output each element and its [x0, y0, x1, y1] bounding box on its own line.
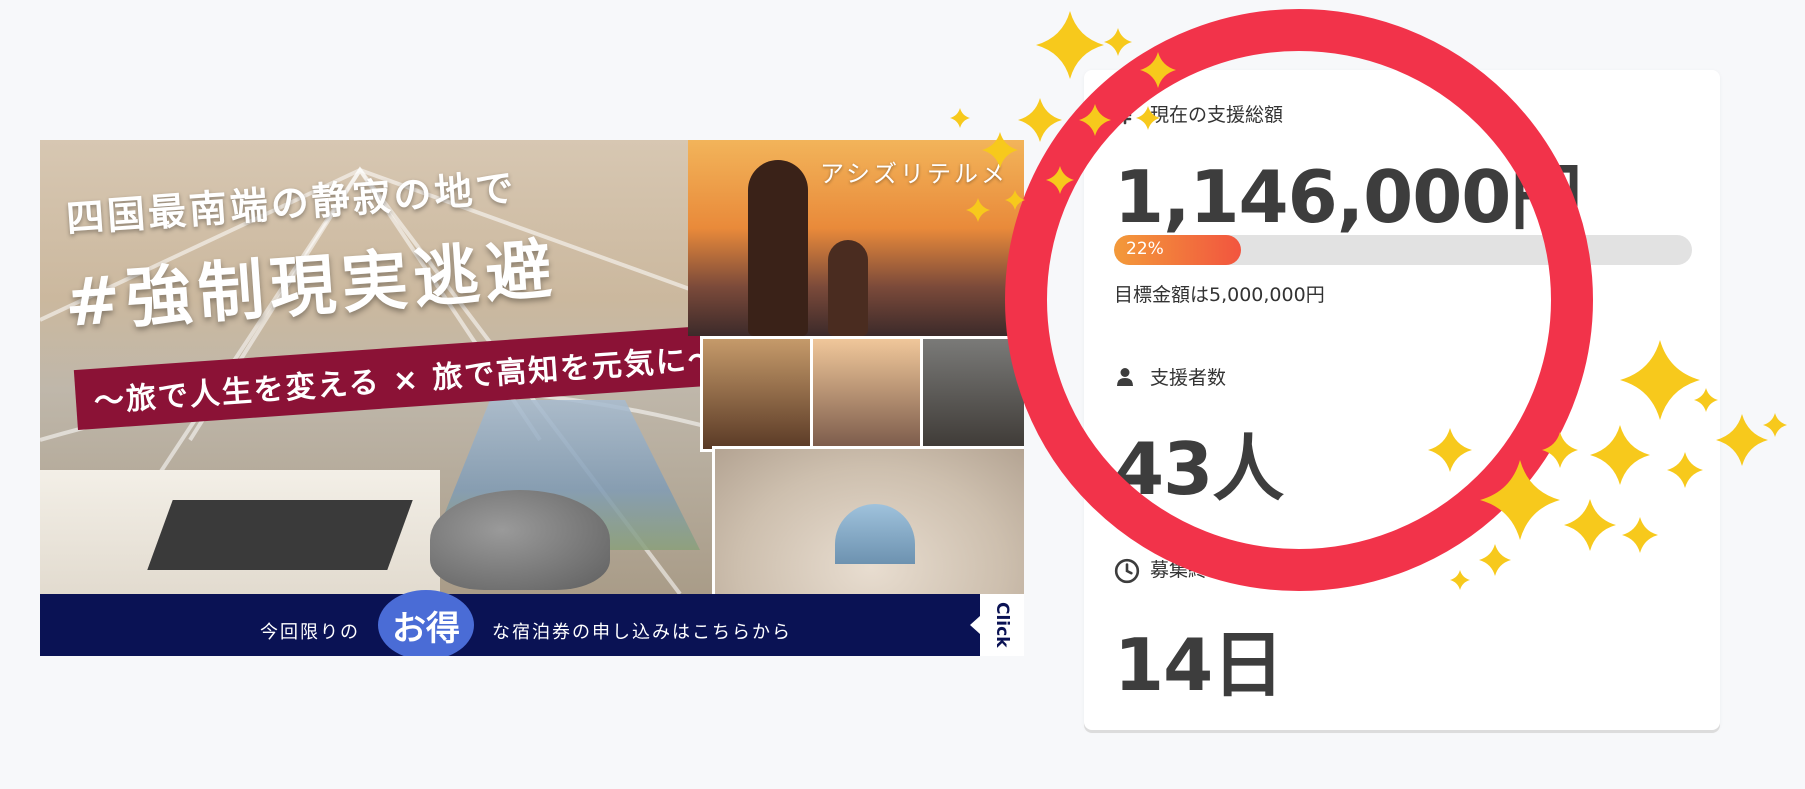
mother-silhouette	[748, 160, 808, 336]
sparkle	[1046, 166, 1074, 194]
beanbag	[430, 490, 610, 590]
cta-post-text: な宿泊券の申し込みはこちらから	[492, 622, 792, 643]
promo-banner[interactable]: 四国最南端の静寂の地で #強制現実逃避 〜旅で人生を変える × 旅で高知を元気に…	[40, 140, 1024, 656]
funding-progress-bar: 22%	[1114, 235, 1692, 265]
click-button[interactable]: Click	[980, 594, 1024, 656]
dome-tent-photo	[712, 446, 1024, 600]
remaining-label: 募集終了まで残り	[1150, 559, 1303, 581]
sparkle	[1036, 11, 1104, 79]
progress-percent: 22%	[1126, 239, 1164, 259]
sparkle	[950, 108, 970, 128]
funding-stats-card: 現在の支援総額 1,146,000円 22% 目標金額は5,000,000円 支…	[1084, 70, 1720, 730]
cta-arrow-icon	[970, 616, 980, 634]
total-label-row: 現在の支援総額	[1114, 100, 1283, 127]
cta-pre-text: 今回限りの	[260, 622, 360, 643]
goal-amount: 目標金額は5,000,000円	[1114, 284, 1325, 306]
blanket	[147, 500, 413, 570]
yen-icon	[1114, 103, 1136, 125]
cta-bar[interactable]: 今回限りの お得 な宿泊券の申し込みはこちらから Click	[40, 590, 1024, 656]
user-icon	[1114, 366, 1136, 388]
remaining-label-row: 募集終了まで残り	[1114, 555, 1303, 583]
wine-glass-photo	[700, 336, 816, 452]
total-amount: 1,146,000円	[1114, 155, 1582, 239]
cta-highlight-badge: お得	[378, 590, 474, 656]
supporters-label: 支援者数	[1150, 367, 1227, 389]
sparkle	[1018, 98, 1062, 142]
supporters-count: 43人	[1114, 427, 1284, 511]
total-label: 現在の支援総額	[1150, 104, 1284, 126]
sparkle	[1763, 413, 1787, 437]
couple-photo	[810, 336, 926, 452]
dining-room-photo	[920, 336, 1024, 452]
sparkle	[1716, 414, 1768, 466]
remaining-days: 14日	[1114, 623, 1284, 707]
supporters-label-row: 支援者数	[1114, 363, 1226, 390]
photo-credit: アシズリテルメ	[820, 160, 1009, 188]
sparkle	[1104, 28, 1132, 56]
clock-icon	[1114, 558, 1140, 583]
child-silhouette	[828, 240, 868, 336]
dome-window	[835, 504, 915, 564]
